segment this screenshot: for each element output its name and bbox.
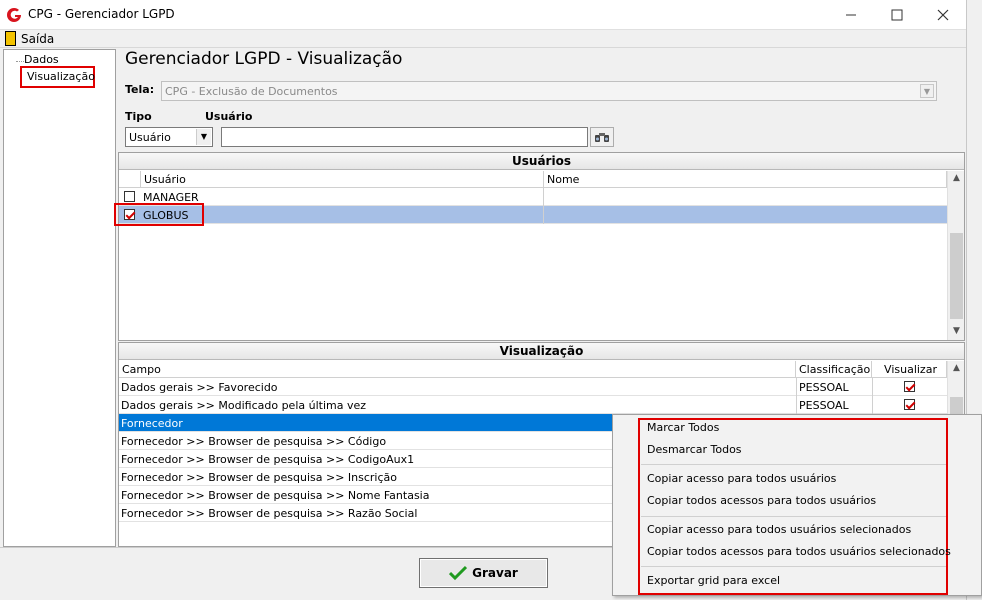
chevron-up-icon[interactable]: ▲ <box>948 173 965 183</box>
users-panel-title: Usuários <box>119 153 964 170</box>
campo-cell: Fornecedor >> Browser de pesquisa >> Raz… <box>121 507 418 520</box>
column-header-usuario[interactable]: Usuário <box>141 171 544 188</box>
tipo-select[interactable]: Usuário ▼ <box>125 127 213 147</box>
column-divider <box>796 378 797 396</box>
column-divider <box>872 378 873 396</box>
tela-select-value: CPG - Exclusão de Documentos <box>165 85 338 98</box>
tree-item-label: Visualização <box>27 70 95 83</box>
column-header-classificacao[interactable]: Classificação <box>796 361 872 378</box>
campo-cell: Fornecedor >> Browser de pesquisa >> Cod… <box>121 453 415 466</box>
chevron-down-icon[interactable]: ▼ <box>920 84 934 98</box>
visualizacao-panel-title: Visualização <box>119 343 964 360</box>
menu-item-copiar-todos-acessos-todos[interactable]: Copiar todos acessos para todos usuários <box>647 494 876 507</box>
chevron-down-icon[interactable]: ▼ <box>196 129 211 145</box>
usuario-input[interactable] <box>221 127 588 147</box>
visualizar-checkbox[interactable] <box>904 381 915 392</box>
navigation-tree <box>3 49 116 547</box>
scroll-thumb[interactable] <box>950 233 963 319</box>
menu-item-desmarcar-todos[interactable]: Desmarcar Todos <box>647 443 742 456</box>
tree-item-dados[interactable]: Dados <box>24 53 59 66</box>
table-row[interactable]: MANAGER <box>119 188 947 206</box>
campo-cell: Fornecedor >> Browser de pesquisa >> Ins… <box>121 471 398 484</box>
campo-cell: Fornecedor >> Browser de pesquisa >> Cód… <box>121 435 387 448</box>
classificacao-cell: PESSOAL <box>799 399 849 412</box>
campo-cell: Fornecedor <box>121 417 183 430</box>
column-header-nome[interactable]: Nome <box>544 171 947 188</box>
close-icon <box>937 9 949 21</box>
tree-connector <box>16 61 24 62</box>
checkmark-icon <box>449 565 468 581</box>
save-button[interactable]: Gravar <box>419 558 548 588</box>
exit-door-icon[interactable] <box>5 31 16 46</box>
check-column-header <box>119 171 141 188</box>
maximize-icon <box>891 9 903 21</box>
close-button[interactable] <box>920 0 966 30</box>
campo-cell: Dados gerais >> Favorecido <box>121 381 278 394</box>
tipo-select-value: Usuário <box>129 131 171 144</box>
menu-item-copiar-acesso-selecionados[interactable]: Copiar acesso para todos usuários seleci… <box>647 523 911 536</box>
page-title: Gerenciador LGPD - Visualização <box>125 49 403 69</box>
menu-item-copiar-acesso-todos[interactable]: Copiar acesso para todos usuários <box>647 472 836 485</box>
table-row[interactable]: GLOBUS <box>119 206 947 224</box>
menu-exit[interactable]: Saída <box>21 32 54 46</box>
table-row[interactable]: Dados gerais >> Favorecido PESSOAL <box>119 378 947 396</box>
tela-label: Tela: <box>125 83 155 96</box>
menu-item-copiar-todos-acessos-selecionados[interactable]: Copiar todos acessos para todos usuários… <box>647 545 951 558</box>
maximize-button[interactable] <box>874 0 920 30</box>
menu-separator <box>641 464 946 465</box>
column-divider <box>872 396 873 414</box>
column-divider <box>796 396 797 414</box>
visualizar-checkbox[interactable] <box>904 399 915 410</box>
menu-item-exportar-excel[interactable]: Exportar grid para excel <box>647 574 780 587</box>
app-logo-icon <box>7 7 21 23</box>
column-header-campo[interactable]: Campo <box>119 361 796 378</box>
chevron-up-icon[interactable]: ▲ <box>948 363 965 373</box>
menu-bar: Saída <box>0 30 966 48</box>
minimize-button[interactable] <box>828 0 874 30</box>
minimize-icon <box>846 14 856 16</box>
tela-select[interactable]: CPG - Exclusão de Documentos ▼ <box>161 81 937 101</box>
table-row[interactable]: Dados gerais >> Modificado pela última v… <box>119 396 947 414</box>
column-divider <box>543 188 544 206</box>
column-divider <box>543 206 544 224</box>
highlight-box <box>114 203 204 226</box>
usuario-label: Usuário <box>205 110 253 123</box>
row-checkbox[interactable] <box>124 191 135 202</box>
tree-item-visualizacao[interactable]: Visualização <box>20 66 95 88</box>
users-scrollbar[interactable]: ▲ ▼ <box>947 171 964 340</box>
tipo-label: Tipo <box>125 110 152 123</box>
classificacao-cell: PESSOAL <box>799 381 849 394</box>
title-bar: CPG - Gerenciador LGPD <box>0 0 966 30</box>
campo-cell: Dados gerais >> Modificado pela última v… <box>121 399 367 412</box>
users-panel: Usuários Usuário Nome MANAGER GLOBUS ▲ ▼ <box>114 152 965 341</box>
campo-cell: Fornecedor >> Browser de pesquisa >> Nom… <box>121 489 430 502</box>
menu-separator <box>641 516 946 517</box>
column-header-visualizar[interactable]: Visualizar <box>872 361 947 378</box>
window-title: CPG - Gerenciador LGPD <box>28 7 175 21</box>
chevron-down-icon[interactable]: ▼ <box>948 326 965 336</box>
binoculars-icon <box>595 133 609 142</box>
search-button[interactable] <box>590 127 614 147</box>
save-label: Gravar <box>472 566 518 580</box>
menu-item-marcar-todos[interactable]: Marcar Todos <box>647 421 719 434</box>
menu-separator <box>641 566 946 567</box>
